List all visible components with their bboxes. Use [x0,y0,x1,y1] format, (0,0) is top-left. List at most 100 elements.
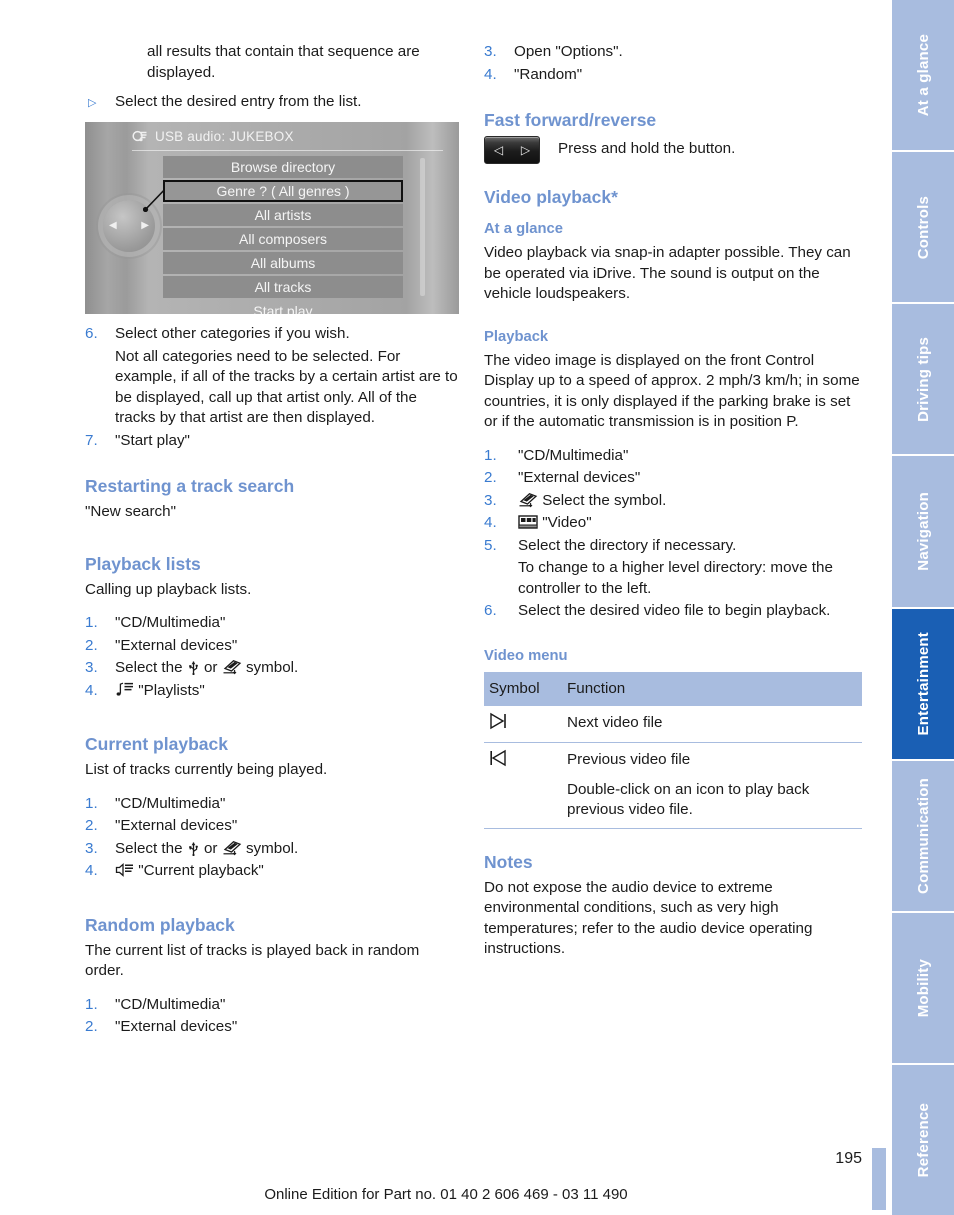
list-item: 6. Select the desired video file to begi… [484,601,862,622]
step-note-text: Not all categories need to be selected. … [115,347,458,427]
step-number: 2. [85,636,98,654]
table-row: Previous video file Double-click on an i… [484,742,862,829]
step-text-mid: or [199,839,222,857]
search-steps-list-cont: 7. "Start play" [85,431,459,452]
idrive-item-label: All albums [250,255,316,271]
idrive-item-label: All composers [239,231,327,247]
playback-lists-intro: Calling up playback lists. [85,580,252,598]
list-item: 3. Select the or symbol. [85,839,459,860]
step-note: To change to a higher level directory: m… [518,558,862,599]
tab-label: At a glance [914,33,932,117]
random-playback-intro: The current list of tracks is played bac… [85,941,420,980]
list-item: 1. "CD/Multimedia" [85,613,459,634]
step-text: Select other categories if you wish. [115,325,350,342]
step-number: 4. [484,65,497,83]
page-number: 195 [835,1150,862,1167]
list-item: 6. Select other categories if you wish. [85,324,459,345]
step-number: 6. [85,325,98,342]
step-text-label: Select the symbol. [542,491,667,509]
table-header-symbol: Symbol [484,671,562,706]
step-number: 5. [484,536,497,554]
list-item: 3. Open "Options". [484,42,862,63]
tab-reference[interactable]: Reference [892,1064,954,1215]
section-heading-current-playback: Current playback [85,734,228,754]
table-header-function: Function [562,671,862,706]
step-number: 2. [484,469,497,486]
table-cell-line: Next video file [567,713,663,731]
step-number: 3. [484,43,497,60]
left-column: all results that contain that sequence a… [85,42,459,1040]
table-cell-line: Previous video file [567,751,691,768]
step-text-before: Select the [115,839,187,857]
step-number: 4. [85,681,98,699]
list-item[interactable]: All artists [163,204,403,226]
list-item: 4. "Video" [484,513,862,534]
idrive-screen-illustration: USB audio: JUKEBOX ◀ ▶ Browse directory … [85,122,459,314]
list-item[interactable]: All albums [163,252,403,274]
step-number: 4. [484,514,497,531]
idrive-item-label: Start play [253,303,313,314]
left-arrow-icon: ◀ [109,220,117,231]
step-number: 3. [484,491,497,509]
tab-driving-tips[interactable]: Driving tips [892,304,954,455]
tab-controls[interactable]: Controls [892,152,954,303]
list-item: 1. "CD/Multimedia" [85,794,459,815]
step-number: 3. [85,659,98,676]
list-item: 1. "CD/Multimedia" [484,446,862,467]
list-item: 2. "External devices" [85,816,459,837]
step-number: 2. [85,1018,98,1035]
list-item: 4. "Current playback" [85,861,459,882]
step-text: "CD/Multimedia" [115,995,226,1013]
tab-entertainment[interactable]: Entertainment [892,608,954,759]
usb-icon [187,658,200,675]
tab-navigation[interactable]: Navigation [892,456,954,607]
snap-in-adapter-icon [222,659,242,675]
usb-icon [187,839,200,856]
idrive-item-label: All tracks [254,279,312,295]
section-heading-notes: Notes [484,851,533,872]
list-item[interactable]: Browse directory [163,156,403,178]
section-heading-video-playback: Video playback* [484,187,618,207]
tab-label: Controls [914,195,932,259]
table-cell-line: Double-click on an icon to play back pre… [567,780,810,819]
table-row: Next video file [484,705,862,743]
idrive-item-label: Browse directory [230,159,336,175]
idrive-scrollbar[interactable] [420,158,425,296]
list-item: 2. "External devices" [85,636,459,657]
idrive-start-play-item[interactable]: Start play [163,300,403,314]
list-item: 3. Select the symbol. [484,491,862,512]
snap-in-adapter-icon [518,492,538,508]
list-item[interactable]: All tracks [163,276,403,298]
carryover-text: all results that contain that sequence a… [147,43,420,81]
fast-forward-reverse-button[interactable]: ◁ ▷ [484,136,540,164]
list-item: 4. "Random" [484,65,862,86]
tab-label: Entertainment [914,631,932,736]
section-heading-restarting-track-search: Restarting a track search [85,476,295,496]
table-header-row: Symbol Function [484,671,862,706]
restart-body: "New search" [85,503,176,520]
fast-forward-text: Press and hold the button. [558,140,736,157]
subheading-video-menu: Video menu [484,647,568,664]
section-heading-playback-lists: Playback lists [85,553,201,574]
step-number: 3. [85,839,98,857]
video-playback-steps: 1. "CD/Multimedia" 2. "External devices"… [484,446,862,557]
step-number: 2. [85,817,98,834]
video-playback-steps-cont: 6. Select the desired video file to begi… [484,601,862,622]
usb-audio-icon [132,128,148,144]
chapter-tab-rail: At a glance Controls Driving tips Naviga… [892,0,954,1215]
tab-at-a-glance[interactable]: At a glance [892,0,954,151]
step-text: "Video" [518,513,862,534]
list-item: 1. "CD/Multimedia" [85,995,459,1016]
tab-label: Navigation [914,492,932,571]
idrive-header: USB audio: JUKEBOX [132,128,439,144]
step-text: "External devices" [115,636,238,654]
list-item-selected[interactable]: Genre ? ( All genres ) [163,180,403,202]
tab-mobility[interactable]: Mobility [892,912,954,1063]
idrive-header-divider [132,150,443,151]
step-number: 1. [484,446,497,464]
tab-communication[interactable]: Communication [892,760,954,911]
list-item[interactable]: All composers [163,228,403,250]
list-item: 2. "External devices" [484,468,862,489]
step-text-mid: or [199,659,222,676]
idrive-controller-knob[interactable]: ◀ ▶ [103,200,155,252]
